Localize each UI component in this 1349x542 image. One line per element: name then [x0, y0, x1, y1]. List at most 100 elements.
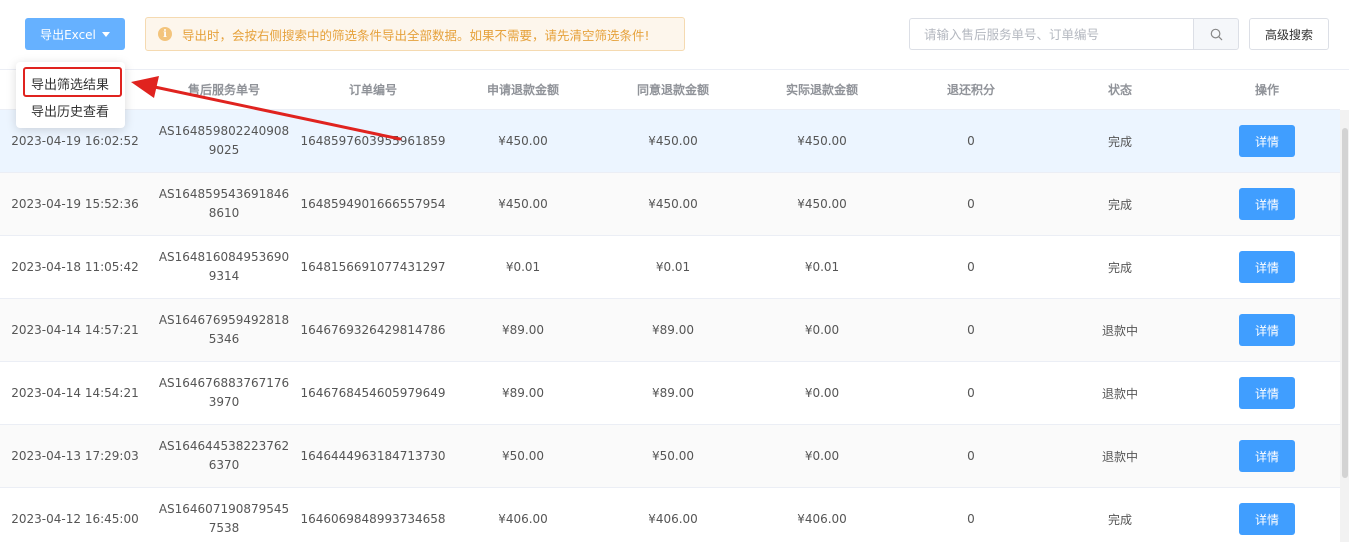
- table-row: 2023-04-14 14:54:21 AS164676883767176397…: [0, 362, 1340, 425]
- cell-actual-refund: ¥406.00: [797, 512, 847, 526]
- cell-apply-refund: ¥406.00: [498, 512, 548, 526]
- advanced-search-button[interactable]: 高级搜索: [1249, 18, 1329, 50]
- table-row: 2023-04-13 17:29:03 AS164644538223762637…: [0, 425, 1340, 488]
- info-icon: i: [158, 27, 172, 41]
- cell-points: 0: [967, 260, 975, 274]
- header-order-no: 订单编号: [348, 83, 397, 97]
- cell-aftersale-no: AS1646769594928185346: [158, 313, 290, 346]
- cell-order-no: 1648594901666557954: [300, 197, 446, 211]
- cell-status: 退款中: [1101, 323, 1138, 338]
- cell-order-no: 1646444963184713730: [300, 449, 446, 463]
- detail-button[interactable]: 详情: [1239, 377, 1295, 409]
- table-body: 2023-04-19 16:02:52 AS164859802240908902…: [0, 110, 1340, 542]
- detail-button[interactable]: 详情: [1239, 251, 1295, 283]
- cell-agree-refund: ¥50.00: [652, 449, 694, 463]
- cell-apply-time: 2023-04-14 14:54:21: [11, 386, 139, 400]
- table-row: 2023-04-12 16:45:00 AS164607190879545753…: [0, 488, 1340, 542]
- menu-item-export-filtered[interactable]: 导出筛选结果: [16, 69, 125, 97]
- header-status: 状态: [1107, 83, 1132, 97]
- detail-button[interactable]: 详情: [1239, 314, 1295, 346]
- caret-down-icon: [101, 32, 110, 37]
- cell-status: 退款中: [1101, 449, 1138, 464]
- detail-button[interactable]: 详情: [1239, 440, 1295, 472]
- cell-actual-refund: ¥0.00: [804, 323, 840, 337]
- export-excel-button[interactable]: 导出Excel: [25, 18, 125, 50]
- table-row: 2023-04-19 16:02:52 AS164859802240908902…: [0, 110, 1340, 173]
- cell-status: 退款中: [1101, 386, 1138, 401]
- cell-apply-time: 2023-04-13 17:29:03: [11, 449, 139, 463]
- cell-status: 完成: [1107, 260, 1132, 275]
- cell-agree-refund: ¥450.00: [648, 197, 698, 211]
- export-notice-text: 导出时，会按右侧搜索中的筛选条件导出全部数据。如果不需要，请先清空筛选条件!: [182, 27, 650, 43]
- cell-agree-refund: ¥406.00: [648, 512, 698, 526]
- cell-action: 详情: [1194, 488, 1340, 542]
- header-points: 退还积分: [946, 83, 995, 97]
- search-input[interactable]: [909, 18, 1193, 50]
- cell-apply-time: 2023-04-18 11:05:42: [11, 260, 139, 274]
- cell-actual-refund: ¥450.00: [797, 134, 847, 148]
- export-dropdown-menu: 导出筛选结果 导出历史查看: [16, 62, 125, 128]
- cell-apply-refund: ¥89.00: [502, 323, 544, 337]
- table-row: 2023-04-14 14:57:21 AS164676959492818534…: [0, 299, 1340, 362]
- cell-status: 完成: [1107, 134, 1132, 149]
- menu-item-export-history[interactable]: 导出历史查看: [16, 96, 125, 124]
- cell-points: 0: [967, 449, 975, 463]
- cell-status: 完成: [1107, 512, 1132, 527]
- cell-apply-time: 2023-04-12 16:45:00: [11, 512, 139, 526]
- cell-points: 0: [967, 323, 975, 337]
- cell-action: 详情: [1194, 173, 1340, 235]
- header-aftersale-no: 售后服务单号: [187, 83, 260, 97]
- header-agree-refund: 同意退款金额: [636, 83, 709, 97]
- table-row: 2023-04-19 15:52:36 AS164859543691846861…: [0, 173, 1340, 236]
- cell-points: 0: [967, 197, 975, 211]
- cell-action: 详情: [1194, 110, 1340, 172]
- cell-apply-refund: ¥450.00: [498, 134, 548, 148]
- cell-actual-refund: ¥0.00: [804, 386, 840, 400]
- detail-button[interactable]: 详情: [1239, 125, 1295, 157]
- cell-aftersale-no: AS1646768837671763970: [158, 376, 290, 409]
- search-icon: [1210, 28, 1222, 40]
- export-notice: i 导出时，会按右侧搜索中的筛选条件导出全部数据。如果不需要，请先清空筛选条件!: [145, 17, 685, 51]
- cell-apply-refund: ¥450.00: [498, 197, 548, 211]
- cell-aftersale-no: AS1646445382237626370: [158, 439, 290, 472]
- cell-agree-refund: ¥0.01: [655, 260, 691, 274]
- table-row: 2023-04-18 11:05:42 AS164816084953690931…: [0, 236, 1340, 299]
- detail-button[interactable]: 详情: [1239, 503, 1295, 535]
- cell-points: 0: [967, 512, 975, 526]
- cell-actual-refund: ¥0.01: [804, 260, 840, 274]
- cell-order-no: 1648156691077431297: [300, 260, 446, 274]
- table-header: 申请时间 售后服务单号 订单编号 申请退款金额 同意退款金额 实际退款金额 退还…: [0, 70, 1340, 110]
- detail-button[interactable]: 详情: [1239, 188, 1295, 220]
- cell-order-no: 1646069848993734658: [300, 512, 446, 526]
- cell-order-no: 1648597603955961859: [300, 134, 446, 148]
- cell-agree-refund: ¥89.00: [652, 386, 694, 400]
- cell-action: 详情: [1194, 425, 1340, 487]
- cell-apply-time: 2023-04-14 14:57:21: [11, 323, 139, 337]
- cell-apply-refund: ¥0.01: [505, 260, 541, 274]
- header-actual-refund: 实际退款金额: [785, 83, 858, 97]
- cell-aftersale-no: AS1648160849536909314: [158, 250, 290, 283]
- cell-actual-refund: ¥0.00: [804, 449, 840, 463]
- cell-order-no: 1646768454605979649: [300, 386, 446, 400]
- cell-aftersale-no: AS1646071908795457538: [158, 502, 290, 535]
- cell-apply-refund: ¥89.00: [502, 386, 544, 400]
- header-action: 操作: [1254, 83, 1279, 97]
- header-apply-refund: 申请退款金额: [486, 83, 559, 97]
- cell-apply-refund: ¥50.00: [502, 449, 544, 463]
- cell-action: 详情: [1194, 236, 1340, 298]
- cell-apply-time: 2023-04-19 15:52:36: [11, 197, 139, 211]
- cell-aftersale-no: AS1648598022409089025: [158, 124, 290, 157]
- cell-order-no: 1646769326429814786: [300, 323, 446, 337]
- cell-agree-refund: ¥89.00: [652, 323, 694, 337]
- cell-points: 0: [967, 386, 975, 400]
- search-button[interactable]: [1193, 18, 1239, 50]
- export-excel-label: 导出Excel: [40, 27, 96, 42]
- cell-points: 0: [967, 134, 975, 148]
- scrollbar-thumb[interactable]: [1342, 128, 1348, 478]
- cell-status: 完成: [1107, 197, 1132, 212]
- cell-agree-refund: ¥450.00: [648, 134, 698, 148]
- cell-aftersale-no: AS1648595436918468610: [158, 187, 290, 220]
- cell-action: 详情: [1194, 299, 1340, 361]
- cell-action: 详情: [1194, 362, 1340, 424]
- cell-actual-refund: ¥450.00: [797, 197, 847, 211]
